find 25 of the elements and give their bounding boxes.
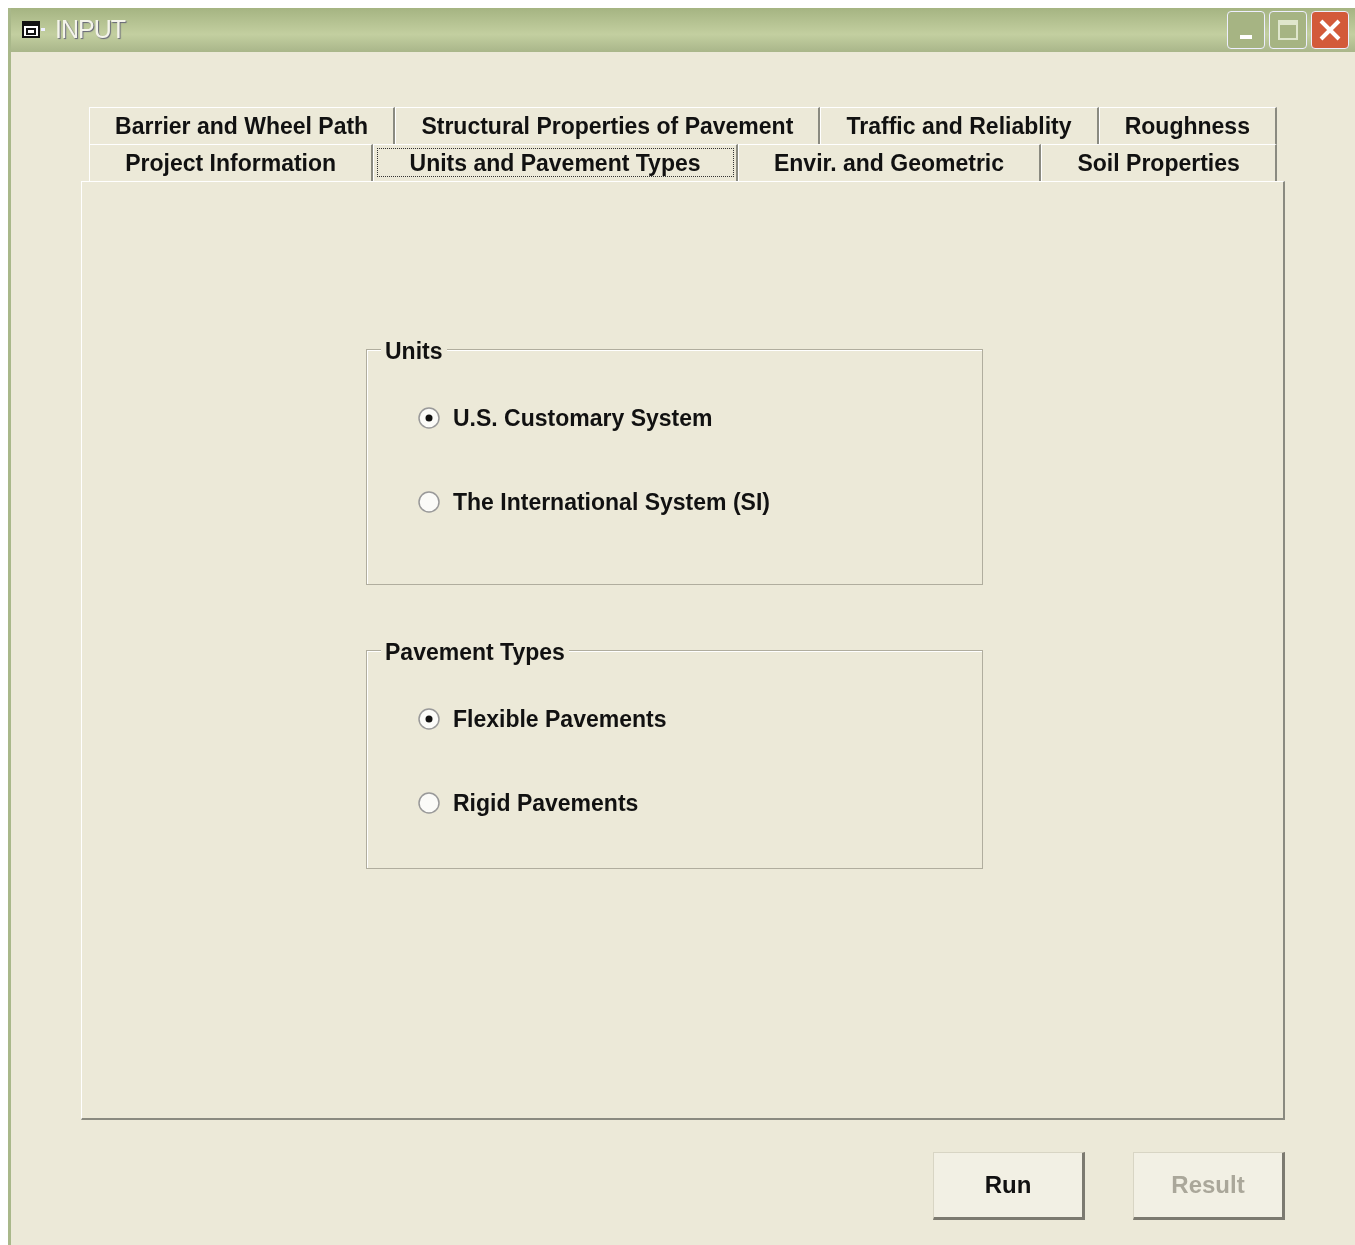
tab[interactable]: Traffic and Reliablity <box>820 107 1099 144</box>
radio-button[interactable] <box>417 490 441 514</box>
radio-label: Flexible Pavements <box>453 704 667 734</box>
minimize-icon <box>1240 35 1252 39</box>
radio-label: U.S. Customary System <box>453 403 713 433</box>
dialog-button[interactable]: Run <box>933 1152 1085 1220</box>
window-title: INPUT <box>55 14 125 46</box>
tab[interactable]: Units and Pavement Types <box>373 144 738 181</box>
maximize-icon <box>1277 19 1299 41</box>
minimize-button[interactable] <box>1227 11 1265 49</box>
radio-button[interactable] <box>417 791 441 815</box>
tab[interactable]: Structural Properties of Pavement <box>395 107 821 144</box>
tab[interactable]: Barrier and Wheel Path <box>89 107 396 144</box>
tab[interactable]: Roughness <box>1098 107 1278 144</box>
maximize-button[interactable] <box>1269 11 1307 49</box>
close-icon <box>1318 18 1342 42</box>
radio-label: Rigid Pavements <box>453 788 639 818</box>
radio-button[interactable] <box>417 406 441 430</box>
tab[interactable]: Project Information <box>89 144 374 181</box>
radio-label: The International System (SI) <box>453 487 770 517</box>
window-icon <box>21 19 47 41</box>
radio-button[interactable] <box>417 707 441 731</box>
tab[interactable]: Soil Properties <box>1041 144 1278 181</box>
close-button[interactable] <box>1311 11 1349 49</box>
tab[interactable]: Envir. and Geometric <box>737 144 1042 181</box>
